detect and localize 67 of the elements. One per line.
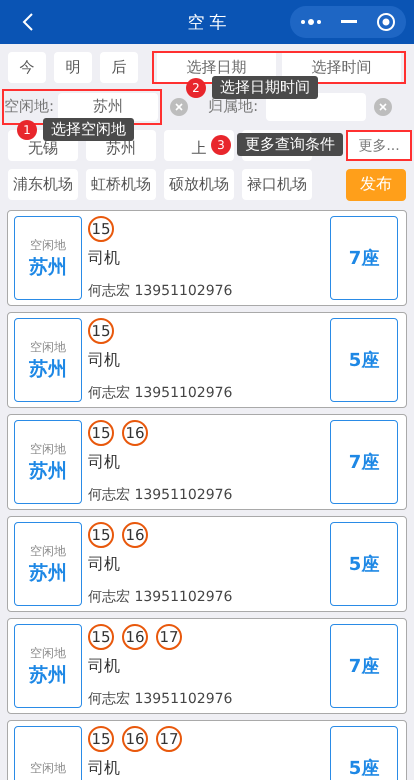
- day-badge: 16: [122, 420, 148, 446]
- day-badge: 17: [156, 624, 182, 650]
- tooltip: 更多查询条件: [237, 133, 343, 156]
- day-button[interactable]: 明: [54, 52, 92, 83]
- idle-place-field[interactable]: 苏州: [58, 92, 158, 120]
- day-button[interactable]: 今: [8, 52, 46, 83]
- place-name: 苏州: [29, 254, 67, 280]
- day-badge: 17: [156, 726, 182, 752]
- tooltip: 选择空闲地: [43, 118, 134, 141]
- step-number: 1: [17, 120, 37, 140]
- role-text: 司机: [88, 554, 121, 575]
- airport-chip[interactable]: 浦东机场: [8, 169, 78, 200]
- vehicle-card[interactable]: 空闲地 苏州 15 16 17 司机 何志宏 13951102976 7座: [7, 618, 407, 714]
- more-button[interactable]: 更多...: [346, 130, 412, 161]
- role-text: 司机: [88, 248, 121, 269]
- day-button[interactable]: 后: [100, 52, 138, 83]
- page-title: 空 车: [187, 12, 227, 34]
- seat-count: 7座: [330, 624, 398, 708]
- contact-text: 何志宏 13951102976: [88, 588, 234, 606]
- role-text: 司机: [88, 758, 121, 779]
- place-label: 空闲地: [30, 542, 66, 560]
- day-badge: 15: [88, 420, 114, 446]
- day-badge: 15: [88, 522, 114, 548]
- place-name: 苏州: [29, 356, 67, 382]
- place-name: 苏州: [29, 662, 67, 688]
- place-name: 苏州: [29, 560, 67, 586]
- place-label: 空闲地: [30, 338, 66, 356]
- tooltip: 选择日期时间: [212, 76, 318, 99]
- role-text: 司机: [88, 350, 121, 371]
- day-badge: 15: [88, 216, 114, 242]
- day-badge: 15: [88, 318, 114, 344]
- role-text: 司机: [88, 656, 121, 677]
- day-badge: 16: [122, 726, 148, 752]
- vehicle-card[interactable]: 空闲地 苏州 15 司机 何志宏 13951102976 5座: [7, 312, 407, 408]
- seat-count: 5座: [330, 726, 398, 780]
- contact-text: 何志宏 13951102976: [88, 282, 234, 300]
- seat-count: 7座: [330, 420, 398, 504]
- field-label: 空闲地:: [4, 97, 54, 116]
- place-name: 苏州: [29, 458, 67, 484]
- airport-chip[interactable]: 禄口机场: [242, 169, 312, 200]
- place-label: 空闲地: [30, 236, 66, 254]
- place-label: 空闲地: [30, 760, 66, 776]
- minimize-icon[interactable]: [340, 20, 357, 24]
- vehicle-card[interactable]: 空闲地 苏州 15 司机 何志宏 13951102976 7座: [7, 210, 407, 306]
- field-label: 归属地:: [208, 97, 258, 116]
- place-label: 空闲地: [30, 440, 66, 458]
- place-label: 空闲地: [30, 644, 66, 662]
- vehicle-card[interactable]: 空闲地 苏州 15 16 司机 何志宏 13951102976 5座: [7, 516, 407, 612]
- seat-count: 7座: [330, 216, 398, 300]
- day-badge: 16: [122, 624, 148, 650]
- airport-chip[interactable]: 虹桥机场: [86, 169, 156, 200]
- more-icon[interactable]: [300, 18, 322, 26]
- seat-count: 5座: [330, 318, 398, 402]
- target-icon[interactable]: [376, 12, 396, 32]
- airport-chip[interactable]: 硕放机场: [164, 169, 234, 200]
- back-icon[interactable]: [22, 12, 34, 32]
- contact-text: 何志宏 13951102976: [88, 384, 234, 402]
- day-badge: 15: [88, 624, 114, 650]
- vehicle-card[interactable]: 空闲地 15 16 17 司机 5座: [7, 720, 407, 780]
- role-text: 司机: [88, 452, 121, 473]
- seat-count: 5座: [330, 522, 398, 606]
- vehicle-card[interactable]: 空闲地 苏州 15 16 司机 何志宏 13951102976 7座: [7, 414, 407, 510]
- day-badge: 16: [122, 522, 148, 548]
- contact-text: 何志宏 13951102976: [88, 486, 234, 504]
- day-badge: 15: [88, 726, 114, 752]
- capsule-menu[interactable]: [290, 6, 406, 38]
- contact-text: 何志宏 13951102976: [88, 690, 234, 708]
